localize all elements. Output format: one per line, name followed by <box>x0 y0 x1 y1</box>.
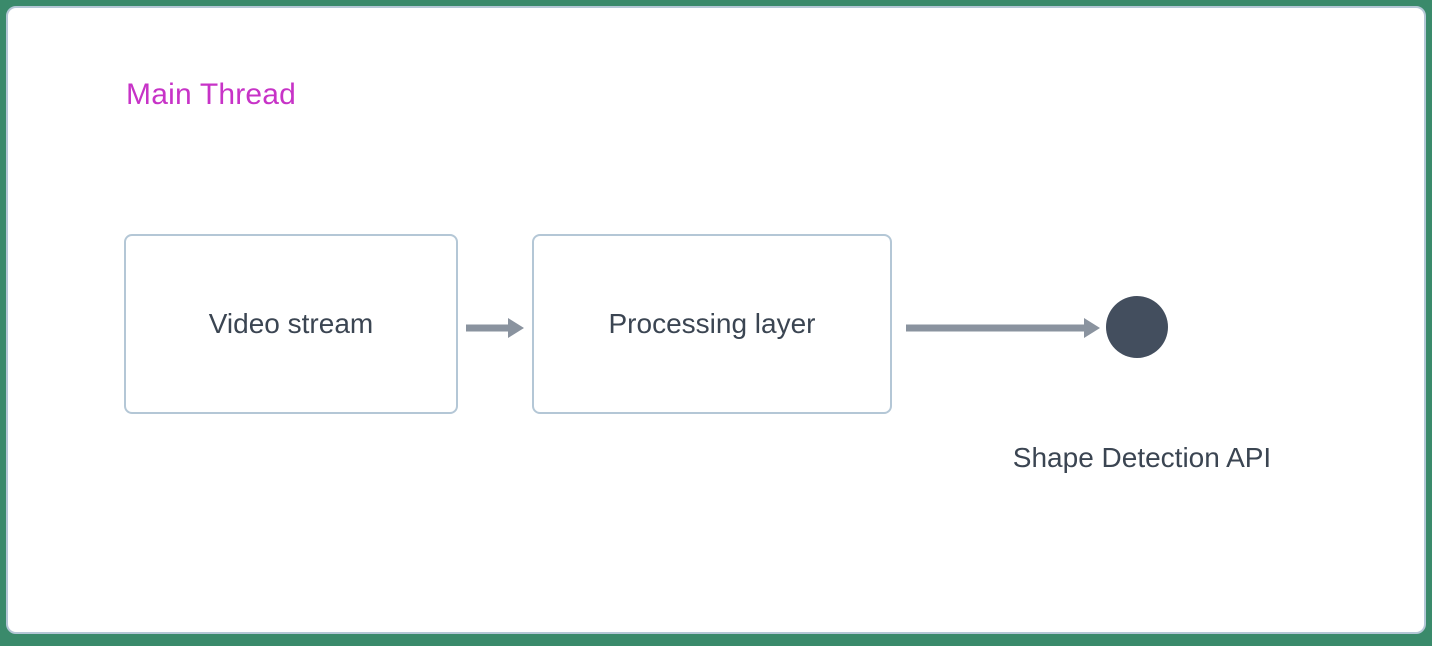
diagram-title: Main Thread <box>126 78 296 112</box>
node-video-stream-label: Video stream <box>209 308 373 340</box>
arrow-icon <box>464 316 524 340</box>
main-thread-container: Main Thread Video stream Processing laye… <box>6 6 1426 634</box>
node-processing-layer: Processing layer <box>532 234 892 414</box>
node-shape-detection-api-label: Shape Detection API <box>992 442 1292 474</box>
node-processing-layer-label: Processing layer <box>609 308 816 340</box>
node-shape-detection-api-dot <box>1106 296 1168 358</box>
node-video-stream: Video stream <box>124 234 458 414</box>
arrow-icon <box>904 316 1100 340</box>
